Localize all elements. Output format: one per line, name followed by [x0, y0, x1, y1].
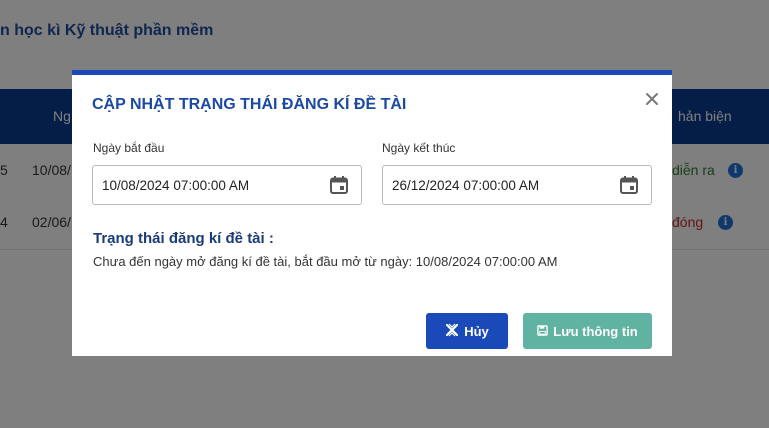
end-date-value: 26/12/2024 07:00:00 AM [392, 178, 540, 193]
close-x-icon [445, 323, 459, 340]
start-date-field[interactable]: 10/08/2024 07:00:00 AM [92, 165, 362, 205]
update-registration-modal: CẬP NHẬT TRẠNG THÁI ĐĂNG KÍ ĐỀ TÀI Ngày … [72, 70, 672, 356]
close-icon[interactable] [644, 91, 660, 107]
start-date-label: Ngày bắt đầu [93, 141, 165, 155]
modal-title: CẬP NHẬT TRẠNG THÁI ĐĂNG KÍ ĐỀ TÀI [92, 96, 407, 113]
end-date-field[interactable]: 26/12/2024 07:00:00 AM [382, 165, 652, 205]
cancel-button[interactable]: Hủy [426, 313, 508, 349]
calendar-icon[interactable] [329, 175, 349, 198]
status-heading: Trạng thái đăng kí đề tài : [93, 230, 274, 247]
end-date-label: Ngày kết thúc [382, 141, 456, 155]
status-message: Chưa đến ngày mở đăng kí đề tài, bắt đầu… [93, 254, 558, 269]
floppy-disk-icon [537, 324, 549, 339]
cancel-button-label: Hủy [464, 323, 489, 339]
calendar-icon[interactable] [619, 175, 639, 198]
save-button[interactable]: Lưu thông tin [523, 313, 652, 349]
start-date-value: 10/08/2024 07:00:00 AM [102, 178, 250, 193]
save-button-label: Lưu thông tin [553, 323, 638, 339]
